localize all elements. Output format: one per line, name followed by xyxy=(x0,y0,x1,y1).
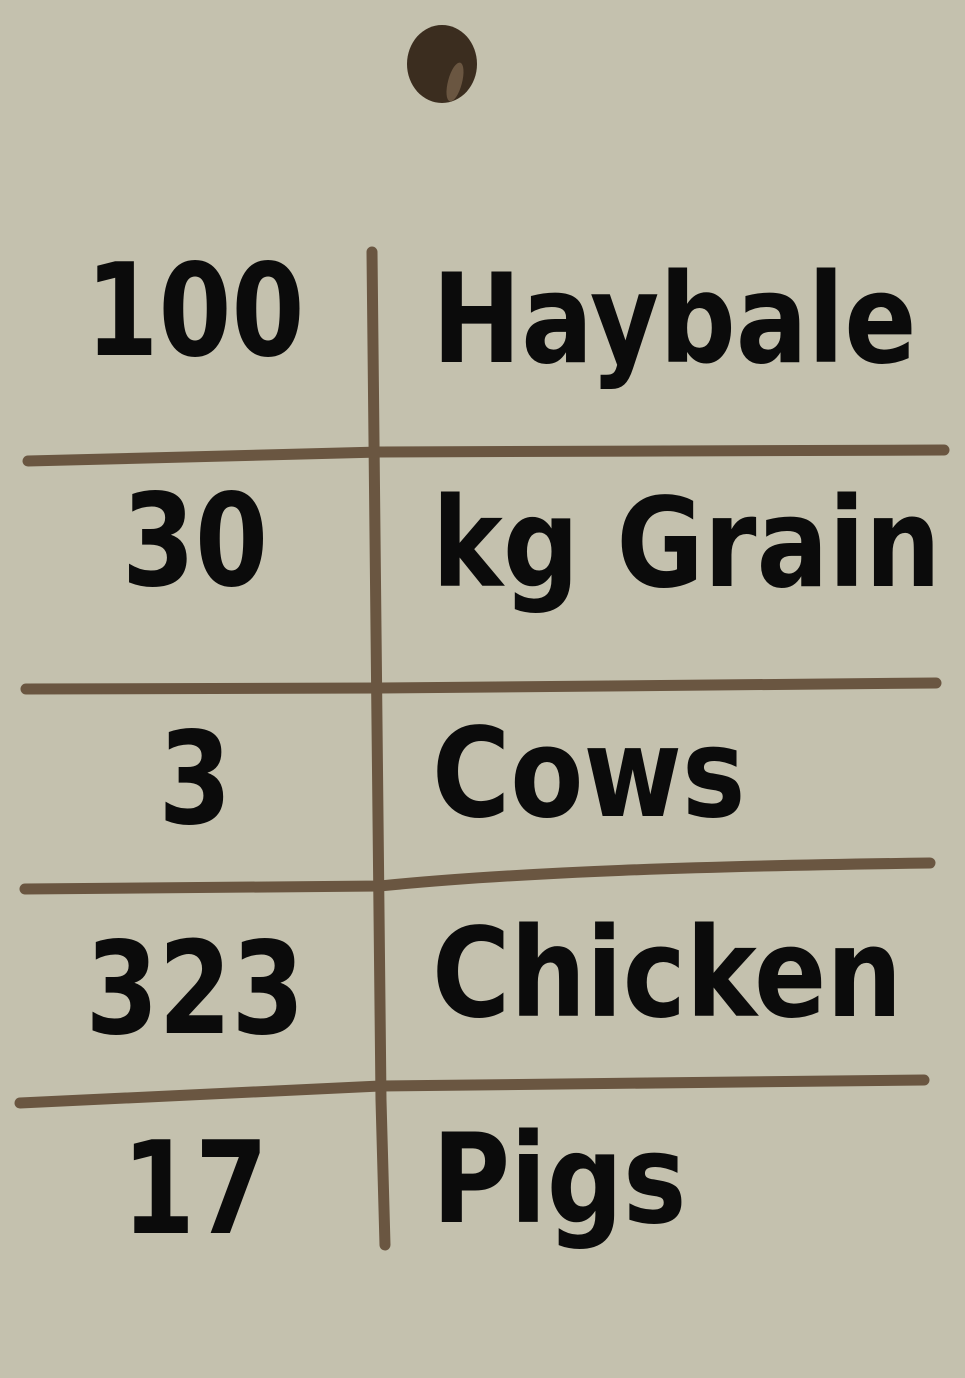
item-cell: Pigs xyxy=(432,1108,687,1252)
item-cell: Chicken xyxy=(432,902,903,1046)
row-divider-4 xyxy=(14,1074,930,1109)
row-divider-1 xyxy=(22,444,950,467)
row-divider-2 xyxy=(20,677,942,695)
item-cell: Haybale xyxy=(432,248,917,392)
row-divider-3 xyxy=(19,857,936,895)
item-cell: kg Grain xyxy=(432,472,941,616)
quantity-cell: 3 xyxy=(158,705,232,854)
quantity-cell: 30 xyxy=(121,467,269,616)
quantity-cell: 100 xyxy=(85,237,305,386)
item-cell: Cows xyxy=(432,702,746,846)
quantity-cell: 17 xyxy=(121,1115,269,1264)
inventory-note: 100 Haybale 30 kg Grain 3 Cows 323 Chick… xyxy=(0,0,965,1378)
vertical-divider xyxy=(366,246,391,1251)
quantity-cell: 323 xyxy=(85,915,305,1064)
